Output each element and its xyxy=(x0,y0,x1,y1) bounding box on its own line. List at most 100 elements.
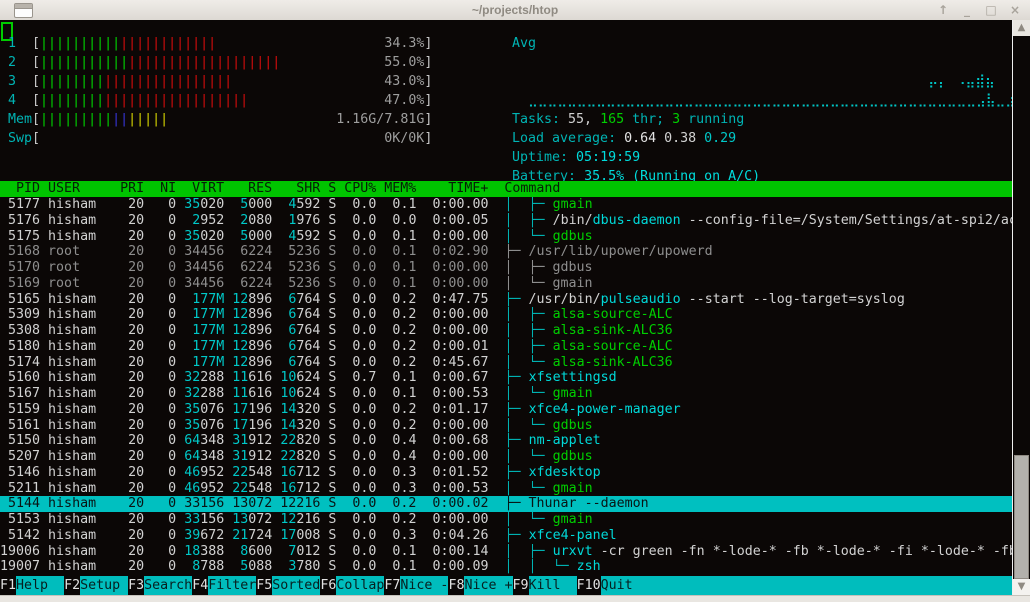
process-table: 5177 hisham 20 0 35020 5000 4592 S 0.0 0… xyxy=(0,197,1012,575)
command-name: xfdesktop xyxy=(528,464,601,480)
table-row[interactable]: 5160 hisham 20 0 32288 11616 10624 S 0.7… xyxy=(0,370,1012,386)
tree-branch: │ ├─ xyxy=(504,543,553,559)
table-row[interactable]: 5309 hisham 20 0 177M 12896 6764 S 0.0 0… xyxy=(0,307,1012,323)
fkey-label-setup[interactable]: Setup xyxy=(80,576,129,595)
command-name: gdbus xyxy=(552,417,593,433)
fkey-label-kill[interactable]: Kill xyxy=(528,576,577,595)
fkey-f1[interactable]: F1 xyxy=(0,576,16,595)
fkey-label-filter[interactable]: Filter xyxy=(208,576,257,595)
meter-mem: Mem[|||||||||||||||| 1.16G/7.81G] xyxy=(0,112,433,127)
tree-branch: │ └─ xyxy=(504,512,553,527)
fkey-label-sorted[interactable]: Sorted xyxy=(272,576,321,595)
tree-branch: ├─ xyxy=(504,370,529,386)
command-name: gdbus xyxy=(552,228,593,244)
scrollbar-up-arrow-icon[interactable]: ▲ xyxy=(1013,20,1030,36)
close-button[interactable]: × xyxy=(1008,0,1022,20)
tree-branch: │ └─ xyxy=(504,449,553,464)
command-args: --start --log-target=syslog xyxy=(680,291,905,307)
command-name: gmain xyxy=(552,275,593,291)
table-row[interactable]: 5174 hisham 20 0 177M 12896 6764 S 0.0 0… xyxy=(0,355,1012,371)
fkey-label-nice-[interactable]: Nice - xyxy=(400,576,449,595)
tree-branch: │ └─ xyxy=(504,354,553,370)
table-row[interactable]: 5176 hisham 20 0 2952 2080 1976 S 0.0 0.… xyxy=(0,213,1012,229)
tree-branch: ├─ xyxy=(504,401,529,417)
tree-branch: │ └─ xyxy=(504,228,553,244)
fkey-f6[interactable]: F6 xyxy=(320,576,336,595)
table-row[interactable]: 5165 hisham 20 0 177M 12896 6764 S 0.0 0… xyxy=(0,292,1012,308)
table-row[interactable]: 5161 hisham 20 0 35076 17196 14320 S 0.0… xyxy=(0,418,1012,434)
tree-branch: ├─ xyxy=(504,464,529,480)
command-name: /usr/lib/upower/upowerd xyxy=(528,244,713,260)
fkey-label-help[interactable]: Help xyxy=(16,576,65,595)
command-name: Thunar xyxy=(528,496,577,512)
command-path: /bin/ xyxy=(552,212,593,228)
meter-swp: Swp[ 0K/0K] xyxy=(0,131,433,146)
command-name: dbus-daemon xyxy=(592,212,681,228)
process-table-header[interactable]: PID USER PRI NI VIRT RES SHR S CPU% MEM%… xyxy=(0,181,1012,197)
fkey-label-collap[interactable]: Collap xyxy=(336,576,385,595)
command-name: xfce4-panel xyxy=(528,527,617,543)
command-name: xfsettingsd xyxy=(528,370,617,386)
table-row[interactable]: 5169 root 20 0 34456 6224 5236 S 0.0 0.1… xyxy=(0,276,1012,292)
scrollbar-thumb[interactable] xyxy=(1014,455,1029,579)
scrollbar[interactable]: ▲ ▼ xyxy=(1012,20,1030,595)
table-row[interactable]: 5308 hisham 20 0 177M 12896 6764 S 0.0 0… xyxy=(0,323,1012,339)
title-bar[interactable]: ~/projects/htop ↑ _ □ × xyxy=(0,0,1030,20)
table-row[interactable]: 5175 hisham 20 0 35020 5000 4592 S 0.0 0… xyxy=(0,229,1012,245)
uptime-line: Uptime: 05:19:59 xyxy=(512,150,641,165)
fkey-f10[interactable]: F10 xyxy=(577,576,601,595)
table-row[interactable]: 5159 hisham 20 0 35076 17196 14320 S 0.0… xyxy=(0,402,1012,418)
table-row[interactable]: 5170 root 20 0 34456 6224 5236 S 0.0 0.1… xyxy=(0,260,1012,276)
maximize-button[interactable]: □ xyxy=(984,0,998,20)
fkey-f2[interactable]: F2 xyxy=(64,576,80,595)
tree-branch: ├─ xyxy=(504,433,529,449)
table-row[interactable]: 5142 hisham 20 0 39672 21724 17008 S 0.0… xyxy=(0,528,1012,544)
table-row[interactable]: 5146 hisham 20 0 46952 22548 16712 S 0.0… xyxy=(0,465,1012,481)
avg-label: Avg xyxy=(512,36,537,51)
table-row[interactable]: 5180 hisham 20 0 177M 12896 6764 S 0.0 0… xyxy=(0,339,1012,355)
fkey-label-nice-[interactable]: Nice + xyxy=(464,576,513,595)
table-row[interactable]: 19006 hisham 20 0 18388 8600 7012 S 0.0 … xyxy=(0,544,1012,560)
fkey-label-quit[interactable]: Quit xyxy=(600,576,649,595)
fkey-label-search[interactable]: Search xyxy=(144,576,193,595)
table-row[interactable]: 19007 hisham 20 0 8788 5088 3780 S 0.0 0… xyxy=(0,559,1012,575)
table-row[interactable]: 5177 hisham 20 0 35020 5000 4592 S 0.0 0… xyxy=(0,197,1012,213)
command-name: alsa-sink-ALC36 xyxy=(552,354,673,370)
load-average-line: Load average: 0.64 0.38 0.29 xyxy=(512,131,737,146)
table-row[interactable]: 5150 hisham 20 0 64348 31912 22820 S 0.0… xyxy=(0,433,1012,449)
command-name: gdbus xyxy=(552,449,593,464)
tree-branch: │ ├─ xyxy=(504,212,553,228)
command-name: gmain xyxy=(552,480,593,496)
table-row[interactable]: 5207 hisham 20 0 64348 31912 22820 S 0.0… xyxy=(0,449,1012,465)
table-row[interactable]: 5144 hisham 20 0 33156 13072 12216 S 0.0… xyxy=(0,496,1012,512)
tree-branch: ├─ xyxy=(504,496,529,512)
fkey-f4[interactable]: F4 xyxy=(192,576,208,595)
shade-button[interactable]: ↑ xyxy=(936,0,950,20)
table-row[interactable]: 5167 hisham 20 0 32288 11616 10624 S 0.0… xyxy=(0,386,1012,402)
fkey-f3[interactable]: F3 xyxy=(128,576,144,595)
command-args: --daemon xyxy=(576,496,649,512)
command-args: -cr green -fn *-lode-* -fb *-lode-* -fi … xyxy=(592,543,1012,559)
command-name: xfce4-power-manager xyxy=(528,401,681,417)
meter-3: 3 [|||||||||||||||||||||||| 43.0%] xyxy=(0,74,433,89)
minimize-button[interactable]: _ xyxy=(960,0,974,20)
tree-branch: ├─ xyxy=(504,244,529,260)
scrollbar-down-arrow-icon[interactable]: ▼ xyxy=(1013,579,1030,595)
table-row[interactable]: 5211 hisham 20 0 46952 22548 16712 S 0.0… xyxy=(0,481,1012,497)
tree-branch: │ ├─ xyxy=(504,307,553,323)
table-row[interactable]: 5153 hisham 20 0 33156 13072 12216 S 0.0… xyxy=(0,512,1012,528)
meter-1: 1 [|||||||||||||||||||||| 34.3%] xyxy=(0,36,433,51)
fkey-f5[interactable]: F5 xyxy=(256,576,272,595)
table-row[interactable]: 5168 root 20 0 34456 6224 5236 S 0.0 0.1… xyxy=(0,244,1012,260)
tree-branch: │ ├─ xyxy=(504,323,553,338)
command-name: gdbus xyxy=(552,260,593,275)
fkey-f8[interactable]: F8 xyxy=(448,576,464,595)
fkey-f9[interactable]: F9 xyxy=(513,576,529,595)
cpu-history-graph-top: ⡤⡄ ⠠⣤⣾⣦ xyxy=(512,74,995,89)
tree-branch: │ └─ xyxy=(504,386,553,401)
command-name: alsa-sink-ALC36 xyxy=(552,323,673,338)
fkey-f7[interactable]: F7 xyxy=(384,576,400,595)
command-args: --config-file=/System/Settings/at-spi2/a… xyxy=(680,212,1012,228)
terminal-content: 1 [|||||||||||||||||||||| 34.3%] 2 [||||… xyxy=(0,20,1012,595)
function-key-bar: F1 Help F2 Setup F3 Search F4 Filter F5 Sorted F… xyxy=(0,576,1012,595)
